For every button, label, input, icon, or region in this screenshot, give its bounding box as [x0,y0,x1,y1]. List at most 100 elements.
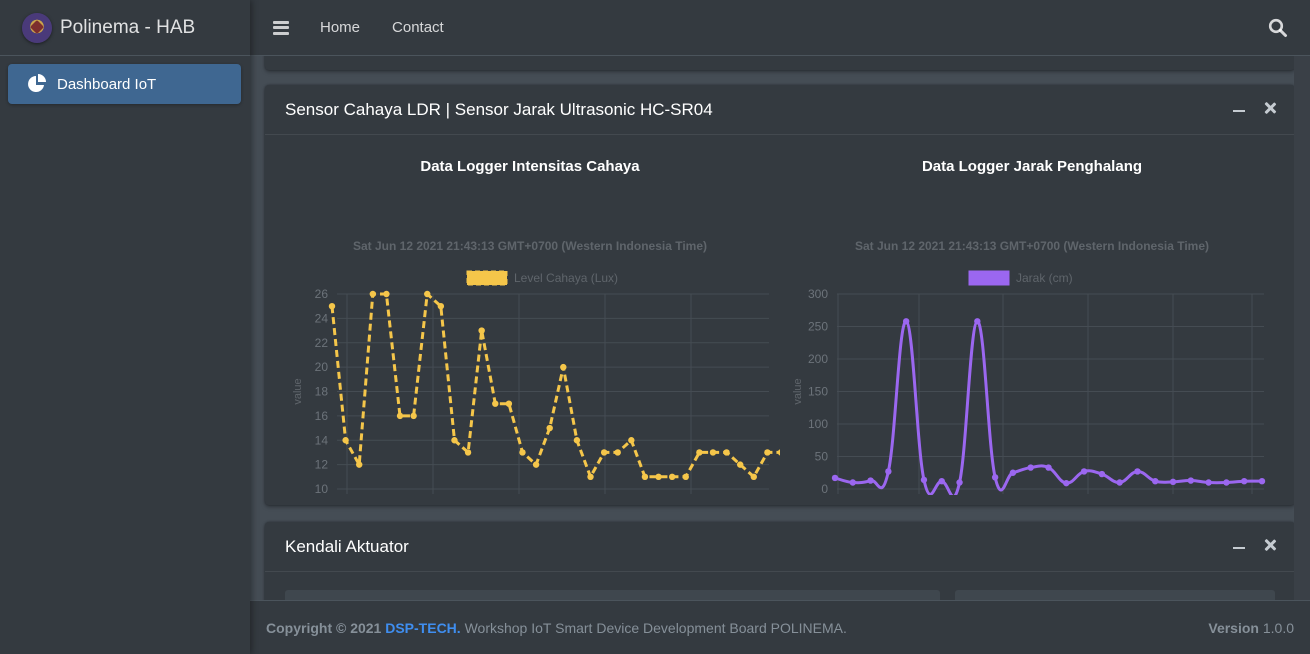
y-tick-label: 18 [315,385,329,399]
y-tick-label: 200 [808,352,828,366]
actuator-panel [955,590,1275,600]
data-point [1063,479,1070,487]
sidebar: Polinema - HAB Dashboard IoT [0,0,250,654]
data-point [1205,479,1212,486]
data-point [396,412,404,420]
y-tick-label: 50 [815,450,829,464]
actuator-card: Kendali Aktuator [265,522,1295,600]
data-point [587,473,594,481]
data-point [573,437,581,444]
top-navbar: Home Contact [250,0,1310,56]
data-point [709,449,717,456]
y-tick-label: 16 [315,409,329,423]
y-tick-label: 20 [315,360,329,374]
nav-home-link[interactable]: Home [320,19,360,36]
data-point [777,449,780,456]
data-point [991,474,999,481]
data-point [1045,464,1052,471]
light-chart-panel: Data Logger Intensitas Cahaya Sat Jun 12… [280,135,780,495]
y-axis-label: value [292,378,304,404]
data-point [424,290,431,298]
distance-chart: Sat Jun 12 2021 21:43:13 GMT+0700 (Weste… [792,239,1266,495]
search-icon[interactable] [1268,18,1288,38]
data-point [974,318,981,325]
data-point [437,302,445,310]
data-point [885,468,892,475]
y-tick-label: 10 [315,482,329,495]
data-point [546,424,553,432]
data-point [750,473,757,481]
actuator-panel [285,590,940,600]
y-tick-label: 300 [808,287,828,301]
brand-link[interactable]: Polinema - HAB [0,0,250,56]
legend-label: Jarak (cm) [1016,271,1073,285]
data-point [1134,468,1141,475]
data-point [519,449,526,456]
pie-chart-icon [28,74,46,92]
distance-chart-panel: Data Logger Jarak Penghalang Sat Jun 12 … [782,135,1282,495]
data-point [369,290,377,298]
data-point [668,473,676,481]
y-axis-label: value [792,378,804,404]
card-header: Sensor Cahaya LDR | Sensor Jarak Ultraso… [265,85,1295,135]
data-point [902,318,910,325]
previous-card [265,56,1295,70]
y-tick-label: 250 [808,320,828,334]
footer-company-link[interactable]: DSP-TECH. [385,620,460,636]
data-point [1241,478,1248,485]
footer: Copyright © 2021 DSP-TECH. Workshop IoT … [250,600,1310,654]
data-point [723,449,730,456]
data-point [356,461,363,468]
version-number: 1.0.0 [1262,619,1294,636]
chart-title: Sat Jun 12 2021 21:43:13 GMT+0700 (Weste… [855,239,1209,253]
y-tick-label: 150 [808,385,828,399]
data-point [682,473,689,481]
close-icon[interactable] [1263,538,1277,552]
footer-copyright: Copyright © 2021 [266,619,382,636]
legend-label: Level Cahaya (Lux) [514,271,618,285]
y-tick-label: 14 [315,433,329,447]
data-point [600,449,608,456]
data-point [938,478,945,485]
minimize-icon[interactable] [1233,110,1245,112]
card-title: Sensor Cahaya LDR | Sensor Jarak Ultraso… [285,99,713,119]
legend-swatch [968,270,1010,286]
data-point [1187,477,1195,484]
data-point [532,461,540,468]
data-point [478,327,485,334]
data-point [410,412,417,420]
data-point [1080,468,1088,475]
close-icon[interactable] [1263,101,1277,115]
data-point [696,449,703,456]
data-point [831,474,839,482]
data-point [736,461,744,468]
y-tick-label: 100 [808,417,828,431]
footer-text: Workshop IoT Smart Device Development Bo… [464,619,847,636]
data-point [641,473,649,481]
data-point [628,437,635,444]
minimize-icon[interactable] [1233,547,1245,549]
card-header: Kendali Aktuator [265,522,1295,572]
data-point [1116,479,1123,486]
menu-icon[interactable] [273,20,289,35]
y-tick-label: 24 [315,311,329,325]
sidebar-item-label: Dashboard IoT [57,75,157,93]
data-point [1169,478,1177,486]
data-point [764,449,771,456]
card-title: Kendali Aktuator [285,536,409,556]
version-label: Version [1208,619,1259,636]
data-point [1152,478,1159,485]
brand-name: Polinema - HAB [60,16,196,38]
scrollbar[interactable] [1294,56,1310,600]
data-point [920,476,928,484]
data-point [560,363,567,371]
data-point [464,449,472,456]
data-point [1098,470,1106,478]
content-wrapper: Sensor Cahaya LDR | Sensor Jarak Ultraso… [250,56,1310,600]
polinema-logo-icon [22,12,52,43]
nav-contact-link[interactable]: Contact [392,19,444,36]
sidebar-item-dashboard-iot[interactable]: Dashboard IoT [8,64,241,104]
data-point [867,477,874,484]
data-point [342,437,349,444]
footer-version: Version 1.0.0 [1208,620,1294,636]
